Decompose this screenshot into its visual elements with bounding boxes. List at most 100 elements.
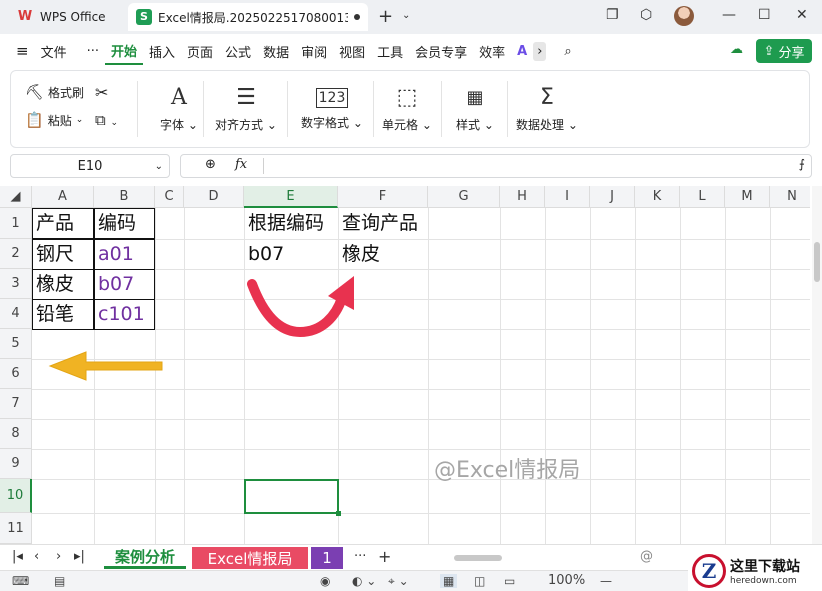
cell-f1[interactable]: 查询产品 <box>338 208 418 238</box>
cell-group-button[interactable]: ⬚ 单元格 ⌄ <box>379 71 435 147</box>
copy-icon[interactable]: ⧉ ⌄ <box>95 111 118 129</box>
column-header-d[interactable]: D <box>184 186 244 208</box>
eye-protection-icon[interactable]: ◉ <box>320 574 330 588</box>
cell-e2[interactable]: b07 <box>244 239 284 269</box>
menu-view[interactable]: 视图 <box>333 42 371 61</box>
column-header-c[interactable]: C <box>155 186 184 208</box>
row-header-7[interactable]: 7 <box>0 389 32 419</box>
zoom-out-icon[interactable]: — <box>600 574 612 588</box>
zoom-search-icon[interactable]: ⊕ <box>205 157 216 172</box>
menu-home[interactable]: 开始 <box>105 41 144 65</box>
row-header-2[interactable]: 2 <box>0 239 32 269</box>
cell-b4[interactable]: c101 <box>94 299 145 329</box>
cube-icon[interactable]: ⬡ <box>640 7 652 23</box>
column-header-h[interactable]: H <box>500 186 545 208</box>
cell-a4[interactable]: 铅笔 <box>32 299 74 329</box>
ai-icon[interactable]: A <box>511 44 533 59</box>
column-header-g[interactable]: G <box>428 186 500 208</box>
sheet-tab-case-analysis[interactable]: 案例分析 <box>104 547 186 569</box>
cell-a3[interactable]: 橡皮 <box>32 269 74 299</box>
new-tab-button[interactable]: + <box>378 6 393 27</box>
column-header-e[interactable]: E <box>244 186 338 208</box>
minimize-button[interactable]: — <box>722 7 736 23</box>
cloud-sync-icon[interactable]: ☁ <box>724 42 749 57</box>
selected-cell-e10[interactable] <box>244 479 341 516</box>
spreadsheet-grid[interactable]: ◢ A B C D E F G H I J K L M N 1 2 3 4 5 … <box>0 186 810 544</box>
normal-view-icon[interactable]: ▦ <box>440 574 458 588</box>
row-header-6[interactable]: 6 <box>0 359 32 389</box>
menu-file[interactable]: 文件 <box>35 42 73 61</box>
number-format-button[interactable]: 123 数字格式 ⌄ <box>295 71 369 147</box>
column-header-n[interactable]: N <box>770 186 810 208</box>
menu-scroll-right-icon[interactable]: › <box>533 41 547 61</box>
wps-home-tab[interactable]: W WPS Office <box>8 4 114 30</box>
more-sheets-button[interactable]: ··· <box>354 549 366 564</box>
page-break-view-icon[interactable]: ◫ <box>474 574 485 588</box>
row-header-1[interactable]: 1 <box>0 208 32 239</box>
select-all-corner[interactable]: ◢ <box>0 186 32 208</box>
row-header-4[interactable]: 4 <box>0 299 32 329</box>
name-box[interactable]: E10 ⌄ <box>10 154 170 178</box>
hamburger-icon[interactable]: ≡ <box>10 42 35 60</box>
search-icon[interactable]: ⌕ <box>558 44 577 59</box>
cell-a2[interactable]: 钢尺 <box>32 239 74 269</box>
maximize-button[interactable]: ☐ <box>758 7 771 23</box>
close-button[interactable]: ✕ <box>796 7 808 23</box>
macro-icon[interactable]: ⌨ <box>12 574 29 588</box>
view-mode-icon[interactable]: ◐ ⌄ <box>352 574 376 588</box>
column-header-a[interactable]: A <box>32 186 94 208</box>
style-group-button[interactable]: ▦ 样式 ⌄ <box>447 71 503 147</box>
align-group-button[interactable]: ☰ 对齐方式 ⌄ <box>211 71 281 147</box>
tab-list-dropdown[interactable]: ⌄ <box>402 10 410 21</box>
avatar[interactable] <box>674 6 694 26</box>
font-group-button[interactable]: A 字体 ⌄ <box>151 71 207 147</box>
first-sheet-icon[interactable]: |◂ <box>12 549 23 564</box>
next-sheet-icon[interactable]: › <box>56 549 61 564</box>
menu-formula[interactable]: 公式 <box>219 42 257 61</box>
column-header-i[interactable]: I <box>545 186 590 208</box>
cell-b1[interactable]: 编码 <box>94 208 136 238</box>
row-header-9[interactable]: 9 <box>0 449 32 479</box>
menu-insert[interactable]: 插入 <box>143 42 181 61</box>
data-process-button[interactable]: Σ 数据处理 ⌄ <box>513 71 581 147</box>
menu-efficiency[interactable]: 效率 <box>473 42 511 61</box>
window-layout-icon[interactable]: ❐ <box>606 7 619 23</box>
add-sheet-button[interactable]: + <box>378 547 391 566</box>
column-header-k[interactable]: K <box>635 186 680 208</box>
horizontal-scroll-thumb[interactable] <box>454 555 502 561</box>
cell-b2[interactable]: a01 <box>94 239 134 269</box>
expand-formula-icon[interactable]: ⨍ <box>799 157 805 171</box>
cell-b3[interactable]: b07 <box>94 269 134 299</box>
row-header-5[interactable]: 5 <box>0 329 32 359</box>
menu-data[interactable]: 数据 <box>257 42 295 61</box>
column-header-j[interactable]: J <box>590 186 635 208</box>
row-header-8[interactable]: 8 <box>0 419 32 449</box>
menu-tools[interactable]: 工具 <box>371 42 409 61</box>
cell-f2[interactable]: 橡皮 <box>338 239 380 269</box>
column-header-b[interactable]: B <box>94 186 155 208</box>
crosshair-icon[interactable]: ⌖ ⌄ <box>388 574 409 589</box>
unsaved-dot-icon[interactable] <box>354 14 360 20</box>
vertical-scroll-thumb[interactable] <box>814 242 820 282</box>
row-header-11[interactable]: 11 <box>0 513 32 544</box>
fill-handle[interactable] <box>336 511 341 516</box>
paste-button[interactable]: 📋 粘贴 ⌄ <box>25 111 83 129</box>
column-header-l[interactable]: L <box>680 186 725 208</box>
share-button[interactable]: ⇪ 分享 <box>756 39 812 63</box>
sheet-list-icon[interactable]: ▤ <box>54 574 65 588</box>
menu-page[interactable]: 页面 <box>181 42 219 61</box>
vertical-scrollbar[interactable] <box>812 186 822 544</box>
sheet-tab-1[interactable]: 1 <box>311 547 343 569</box>
formula-input[interactable]: ⊕ fx ⨍ <box>180 154 812 178</box>
column-header-m[interactable]: M <box>725 186 770 208</box>
menu-more[interactable]: ··· <box>81 44 105 59</box>
zoom-level[interactable]: 100% <box>548 573 585 588</box>
cell-a1[interactable]: 产品 <box>32 208 74 238</box>
row-header-10[interactable]: 10 <box>0 479 32 513</box>
menu-member[interactable]: 会员专享 <box>409 42 473 61</box>
prev-sheet-icon[interactable]: ‹ <box>34 549 39 564</box>
cell-e1[interactable]: 根据编码 <box>244 208 324 238</box>
fx-icon[interactable]: fx <box>235 157 247 172</box>
cut-icon[interactable]: ✂ <box>95 83 108 102</box>
column-header-f[interactable]: F <box>338 186 428 208</box>
